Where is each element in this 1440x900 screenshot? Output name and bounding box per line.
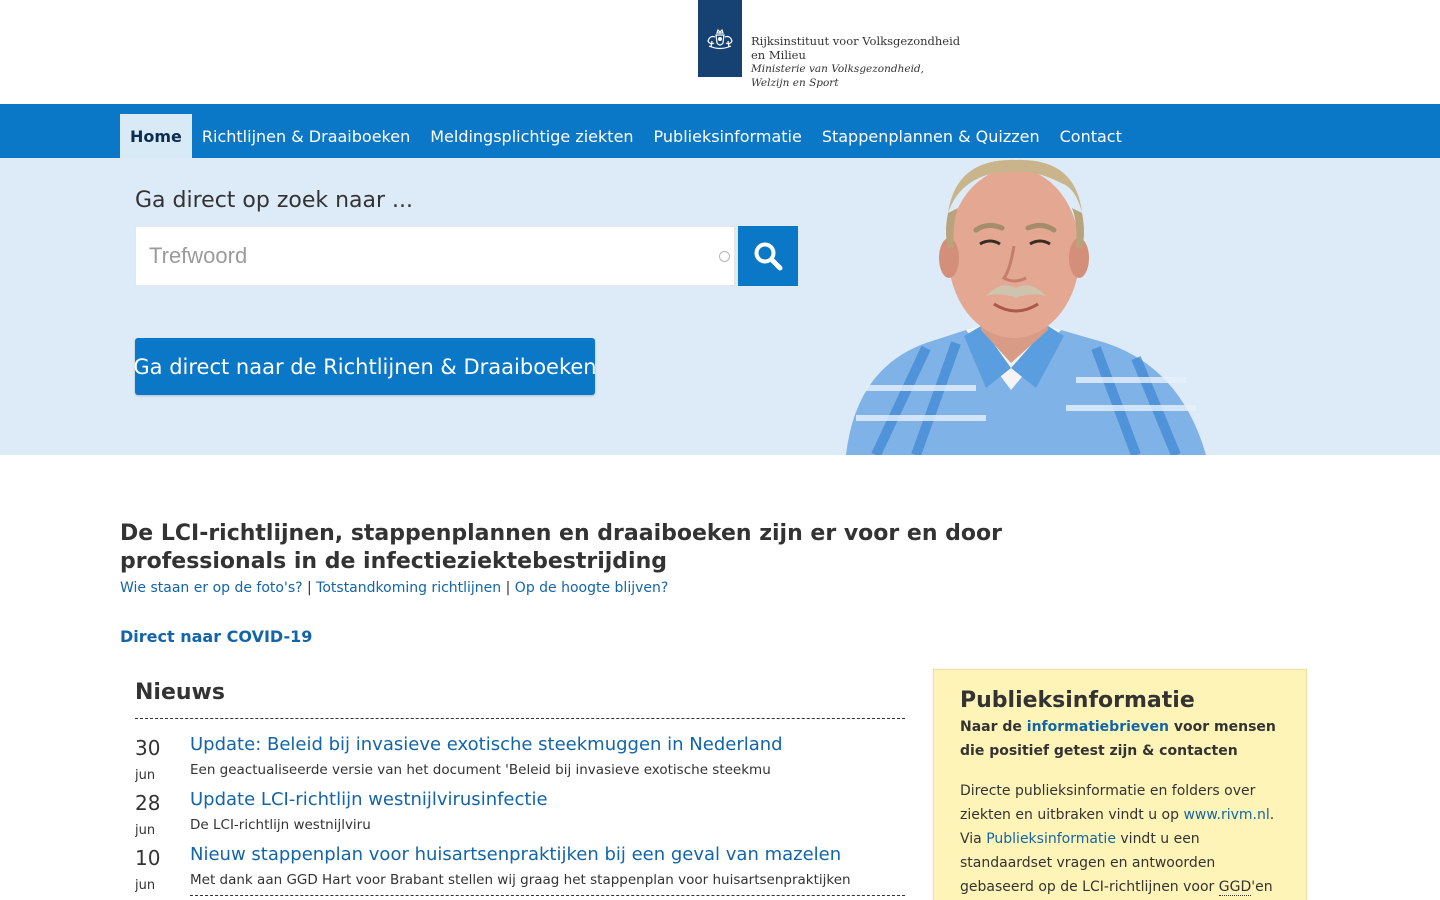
publieksinformatie-link[interactable]: Publieksinformatie (986, 831, 1116, 847)
sidebar-title: Publieksinformatie (960, 688, 1195, 713)
sidebar-lead-text: Naar de (960, 719, 1027, 735)
news-title-link[interactable]: Update: Beleid bij invasieve exotische s… (190, 734, 783, 755)
publieksinformatie-panel: Publieksinformatie Naar de informatiebri… (933, 669, 1307, 900)
intro-links: Wie staan er op de foto's? | Totstandkom… (120, 580, 668, 596)
news-excerpt: De LCI-richtlijn westnijlviru (190, 817, 371, 833)
link-separator: | (505, 580, 511, 596)
nav-item-meldingsplichtige-ziekten[interactable]: Meldingsplichtige ziekten (420, 114, 643, 158)
news-title-link[interactable]: Update LCI-richtlijn westnijlvirusinfect… (190, 789, 548, 810)
nav-item-richtlijnen-draaiboeken[interactable]: Richtlijnen & Draaiboeken (192, 114, 420, 158)
news-divider (190, 895, 905, 896)
intro-heading: De LCI-richtlijnen, stappenplannen en dr… (120, 521, 1002, 574)
news-excerpt: Met dank aan GGD Hart voor Brabant stell… (190, 872, 851, 888)
input-indicator-icon (719, 251, 730, 262)
sidebar-body: Directe publieksinformatie en folders ov… (960, 779, 1280, 900)
hero-portrait-image (846, 159, 1206, 455)
ggd-abbreviation: GGD (1218, 879, 1252, 896)
news-date-month: jun (135, 878, 156, 893)
news-heading: Nieuws (135, 675, 905, 719)
news-excerpt: Een geactualiseerde versie van het docum… (190, 762, 771, 778)
totstandkoming-link[interactable]: Totstandkoming richtlijnen (316, 580, 501, 596)
link-separator: | (307, 580, 312, 596)
logo-text[interactable]: Rijksinstituut voor Volksgezondheid en M… (751, 34, 961, 90)
ministry-name: Ministerie van Volksgezondheid, Welzijn … (751, 63, 924, 89)
news-date-day: 30 (135, 736, 161, 760)
news-date-month: jun (135, 768, 156, 783)
news-date-day: 10 (135, 846, 161, 870)
nav-item-home[interactable]: Home (120, 114, 192, 158)
news-date-month: jun (135, 823, 156, 838)
search-heading: Ga direct op zoek naar ... (135, 188, 414, 213)
search-icon (754, 242, 783, 271)
site-header: Rijksinstituut voor Volksgezondheid en M… (0, 0, 1440, 104)
news-item: 10 jun Nieuw stappenplan voor huisartsen… (135, 844, 905, 899)
nav-items: Home Richtlijnen & Draaiboeken Meldingsp… (120, 114, 1132, 158)
news-title-link[interactable]: Nieuw stappenplan voor huisartsenpraktij… (190, 844, 841, 865)
news-section: Nieuws 30 jun Update: Beleid bij invasie… (135, 675, 905, 900)
news-item: 30 jun Update: Beleid bij invasieve exot… (135, 734, 905, 789)
main-navigation: Home Richtlijnen & Draaiboeken Meldingsp… (0, 104, 1440, 158)
stay-updated-link[interactable]: Op de hoogte blijven? (515, 580, 669, 596)
search-button[interactable] (738, 226, 798, 286)
richtlijnen-cta-button[interactable]: Ga direct naar de Richtlijnen & Draaiboe… (133, 338, 597, 395)
org-name: Rijksinstituut voor Volksgezondheid en M… (751, 34, 961, 62)
news-date-day: 28 (135, 791, 161, 815)
photos-link[interactable]: Wie staan er op de foto's? (120, 580, 303, 596)
rijksoverheid-logo[interactable] (698, 0, 742, 77)
nav-item-stappenplannen-quizzen[interactable]: Stappenplannen & Quizzen (812, 114, 1050, 158)
sidebar-lead: Naar de informatiebrieven voor mensen di… (960, 715, 1280, 763)
news-item: 28 jun Update LCI-richtlijn westnijlviru… (135, 789, 905, 844)
rivm-link[interactable]: www.rivm.nl (1183, 807, 1269, 823)
informatiebrieven-link[interactable]: informatiebrieven (1027, 719, 1169, 735)
nav-item-publieksinformatie[interactable]: Publieksinformatie (644, 114, 812, 158)
search-input[interactable] (135, 226, 735, 286)
hero-section: Ga direct op zoek naar ... Ga direct naa… (0, 158, 1440, 455)
covid-link[interactable]: Direct naar COVID-19 (120, 627, 312, 646)
nav-item-contact[interactable]: Contact (1050, 114, 1132, 158)
rijksoverheid-emblem-icon (707, 28, 733, 49)
